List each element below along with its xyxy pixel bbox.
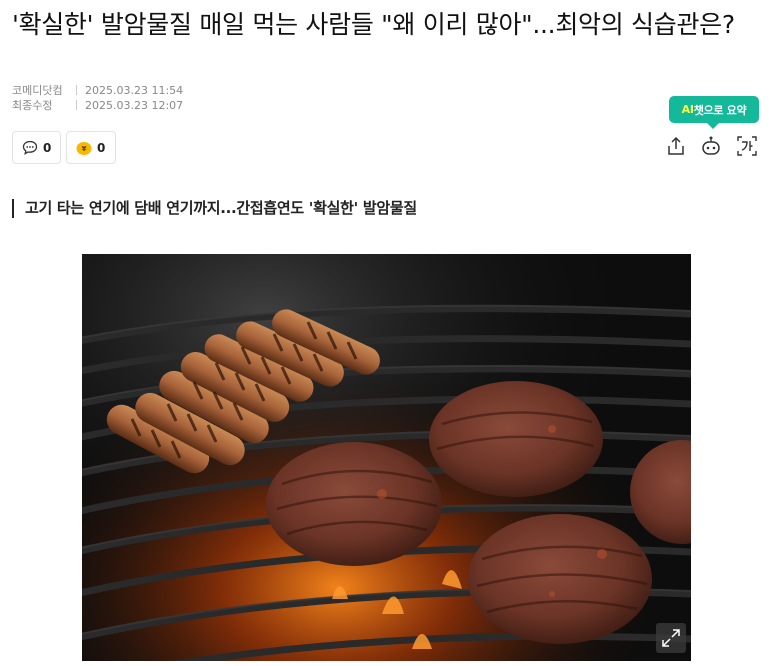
publisher-name: 코메디닷컴 — [12, 84, 63, 97]
grill-food-image — [82, 254, 691, 661]
publish-meta: 코메디닷컴 2025.03.23 11:54 — [12, 82, 183, 98]
modified-meta: 최종수정 2025.03.23 12:07 — [12, 97, 183, 113]
article-subheading: 고기 타는 연기에 담배 연기까지...간접흡연도 '확실한' 발암물질 — [12, 199, 417, 218]
meta-divider — [76, 85, 77, 95]
reward-button[interactable]: ¥ 0 — [66, 131, 116, 164]
modified-date: 2025.03.23 12:07 — [85, 98, 184, 112]
expand-icon — [662, 629, 680, 647]
svg-text:¥: ¥ — [82, 145, 87, 153]
comment-icon — [22, 140, 38, 155]
reward-count: 0 — [97, 140, 106, 155]
reward-icon: ¥ — [76, 141, 92, 155]
modified-label: 최종수정 — [12, 99, 53, 112]
ai-bot-icon[interactable] — [700, 135, 722, 157]
article-photo — [82, 254, 691, 661]
published-date: 2025.03.23 11:54 — [85, 83, 184, 97]
ai-summary-ai-text: AI — [681, 103, 694, 116]
expand-image-button[interactable] — [656, 623, 686, 653]
ai-summary-badge[interactable]: AI 챗으로 요약 — [669, 96, 759, 129]
share-icon[interactable] — [665, 135, 687, 157]
font-size-icon[interactable] — [736, 135, 758, 157]
article-headline: '확실한' 발암물질 매일 먹는 사람들 "왜 이리 많아"...최악의 식습관… — [12, 10, 735, 39]
comment-button[interactable]: 0 — [12, 131, 61, 164]
ai-summary-rest-text: 챗으로 요약 — [693, 103, 747, 117]
comment-count: 0 — [43, 140, 52, 155]
meta-divider — [76, 100, 77, 110]
